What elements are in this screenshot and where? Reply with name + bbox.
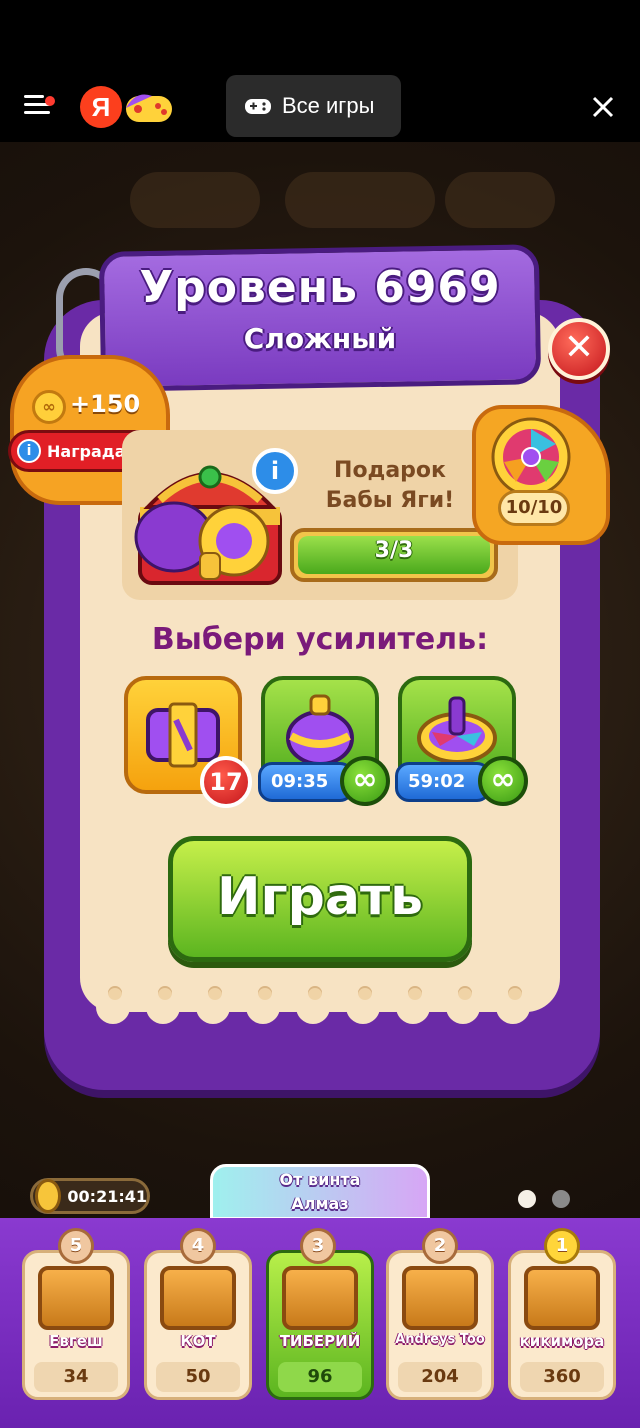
roulette-infinity-badge: ∞ [478, 756, 528, 806]
yandex-logo[interactable]: Я [80, 86, 122, 128]
event-title: От винта [279, 1170, 361, 1189]
roulette-timer: 59:02 [395, 762, 491, 802]
hammer-count-badge: 17 [200, 756, 252, 808]
panel-stitch [258, 986, 272, 1000]
clock-icon [35, 1179, 62, 1213]
panel-stitch [308, 986, 322, 1000]
event-subtitle: Алмаз [291, 1194, 349, 1213]
leader-score: 34 [34, 1362, 118, 1392]
gift-title-line2: Бабы Яги! [325, 488, 455, 513]
leader-score: 204 [398, 1362, 482, 1392]
bg-stars-hud [445, 172, 555, 228]
page-dot-active[interactable] [518, 1190, 536, 1208]
leader-rank: 5 [58, 1228, 94, 1264]
leader-rank: 1 [544, 1228, 580, 1264]
panel-stitch [208, 986, 222, 1000]
avatar [282, 1266, 358, 1330]
panel-stitch [508, 986, 522, 1000]
bomb-infinity-badge: ∞ [340, 756, 390, 806]
browser-top-bar: Я Все игры [0, 0, 640, 142]
gift-title-line1: Подарок [334, 458, 446, 483]
roulette-counter: 10/10 [498, 490, 570, 526]
gift-info-button[interactable]: i [252, 448, 298, 494]
coin-icon: ∞ [32, 390, 66, 424]
event-timer: 00:21:41 [30, 1178, 150, 1214]
panel-stitch [158, 986, 172, 1000]
leader-name: кикимора [519, 1332, 605, 1350]
gamepad-logo-icon [126, 94, 172, 122]
roulette-wheel-icon [491, 417, 571, 497]
page-dot[interactable] [552, 1190, 570, 1208]
close-icon[interactable] [588, 92, 618, 122]
avatar [38, 1266, 114, 1330]
event-timer-text: 00:21:41 [67, 1186, 147, 1206]
reward-amount: +150 [70, 390, 141, 418]
gift-title: Подарок Бабы Яги! [300, 456, 480, 516]
notification-dot [45, 96, 55, 106]
leader-name: КОТ [180, 1332, 216, 1350]
leader-score: 96 [278, 1362, 362, 1392]
bg-lives-hud [285, 172, 435, 228]
leader-name: ТИБЕРИЙ [279, 1332, 361, 1350]
leader-name: Евгеш [49, 1332, 103, 1350]
leader-score: 50 [156, 1362, 240, 1392]
panel-stitch [458, 986, 472, 1000]
all-games-label: Все игры [282, 93, 375, 118]
leader-rank: 3 [300, 1228, 336, 1264]
leader-score: 360 [520, 1362, 604, 1392]
level-difficulty: Сложный [243, 322, 397, 355]
panel-stitch [358, 986, 372, 1000]
leader-rank: 4 [180, 1228, 216, 1264]
leader-name: Andreys Too [395, 1332, 485, 1347]
info-icon: i [17, 439, 41, 463]
choose-booster-title: Выбери усилитель: [151, 622, 489, 657]
level-title: Уровень 6969 [139, 262, 501, 313]
bg-coins-hud [130, 172, 260, 228]
gift-progress-text: 3/3 [374, 538, 414, 563]
avatar [160, 1266, 236, 1330]
avatar [402, 1266, 478, 1330]
avatar [524, 1266, 600, 1330]
all-games-button[interactable]: Все игры [226, 75, 401, 137]
panel-stitch [408, 986, 422, 1000]
close-modal-button[interactable]: ✕ [548, 318, 610, 380]
play-button[interactable]: Играть [168, 836, 472, 962]
gamepad-icon [245, 99, 271, 114]
leader-rank: 2 [422, 1228, 458, 1264]
panel-stitch [108, 986, 122, 1000]
